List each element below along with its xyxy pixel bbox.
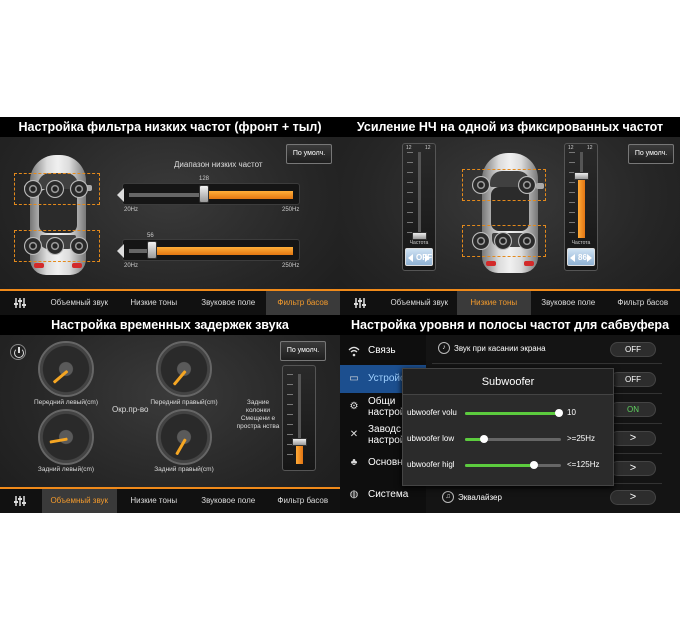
speaker-icon — [518, 232, 536, 250]
tab-surround[interactable]: Объемный звук — [42, 489, 117, 513]
default-button[interactable]: По умолч. — [628, 144, 674, 164]
range-label: Диапазон низких частот — [174, 160, 263, 169]
equalizer-icon[interactable] — [0, 291, 42, 315]
front-min: 20Hz — [124, 207, 139, 213]
space-offset-panel — [282, 365, 316, 471]
row4-chevron[interactable]: > — [610, 431, 656, 446]
power-icon[interactable] — [10, 344, 26, 360]
touch-sound-icon: ♪ — [438, 342, 450, 354]
tab-sound-field[interactable]: Звуковое поле — [191, 489, 266, 513]
speaker-icon — [46, 180, 64, 198]
front-lowpass-slider[interactable] — [117, 183, 300, 205]
tab-bass[interactable]: Низкие тоны — [456, 291, 531, 315]
time-delay-screen: Настройка временных задержек звука По ум… — [0, 315, 340, 513]
left-frequency-stepper[interactable]: OFF — [405, 248, 433, 266]
rear-right-delay-knob[interactable] — [156, 409, 212, 465]
front-right-delay-knob[interactable] — [156, 341, 212, 397]
subwoofer-low-row: ubwoofer low >=25Hz — [403, 429, 613, 451]
speaker-icon — [70, 180, 88, 198]
subwoofer-high-row: ubwoofer higl <=125Hz — [403, 455, 613, 477]
rear-right-label: Задний правый(cm) — [154, 466, 214, 473]
equalizer-chevron[interactable]: > — [610, 490, 656, 505]
left-bass-panel: 12 12 Частота OFF — [402, 143, 436, 271]
default-button[interactable]: По умолч. — [286, 144, 332, 164]
tab-surround[interactable]: Объемный звук — [382, 291, 457, 315]
subwoofer-high-slider[interactable] — [465, 461, 561, 469]
tab-sound-field[interactable]: Звуковое поле — [191, 291, 266, 315]
wifi-icon — [348, 345, 360, 357]
page-title: Настройка временных задержек звука — [0, 315, 340, 335]
rear-left-delay-knob[interactable] — [38, 409, 94, 465]
tab-bass-filter[interactable]: Фильтр басов — [266, 489, 341, 513]
sound-tabs: Объемный звук Низкие тоны Звуковое поле … — [0, 487, 340, 513]
row3-toggle[interactable]: ON — [610, 402, 656, 417]
speaker-icon — [472, 176, 490, 194]
tab-bass[interactable]: Низкие тоны — [117, 291, 192, 315]
sidebar-item-connection[interactable]: Связь — [340, 337, 426, 365]
subwoofer-volume-row: ubwoofer volu 10 — [403, 403, 613, 425]
dialog-title: Subwoofer — [403, 369, 613, 395]
apps-icon: ♣ — [350, 457, 358, 468]
space-offset-slider-knob[interactable] — [292, 438, 307, 446]
rear-left-label: Задний левый(cm) — [37, 466, 95, 473]
rear-speakers-offset-label: Задние колонки Смещени е простра нства — [236, 399, 280, 430]
equalizer-label: Эквалайзер — [458, 493, 502, 502]
front-max: 250Hz — [282, 207, 300, 213]
tab-sound-field[interactable]: Звуковое поле — [531, 291, 606, 315]
subwoofer-volume-value: 10 — [567, 408, 576, 417]
right-bass-panel: 12 12 Частота 86 — [564, 143, 598, 271]
device-icon: ▭ — [349, 373, 359, 384]
gear-icon: ⚙ — [349, 401, 359, 412]
subwoofer-low-value: >=25Hz — [567, 434, 596, 443]
tab-bass-filter[interactable]: Фильтр басов — [606, 291, 680, 315]
subwoofer-volume-label: ubwoofer volu — [407, 408, 457, 417]
speaker-icon — [494, 232, 512, 250]
default-button[interactable]: По умолч. — [280, 341, 326, 361]
row5-chevron[interactable]: > — [610, 461, 656, 476]
rear-min: 20Hz — [124, 263, 139, 269]
tools-icon: ✕ — [349, 429, 359, 440]
tab-bass[interactable]: Низкие тоны — [117, 489, 192, 513]
speaker-icon — [70, 237, 88, 255]
row2-toggle[interactable]: OFF — [610, 372, 656, 387]
page-title: Настройка фильтра низких частот (фронт +… — [0, 117, 340, 137]
equalizer-icon[interactable] — [0, 489, 42, 513]
touch-sound-toggle[interactable]: OFF — [610, 342, 656, 357]
center-label: Окр.пр-во — [112, 405, 149, 414]
equalizer-row-icon: ♫ — [442, 491, 454, 503]
subwoofer-high-label: ubwoofer higl — [407, 460, 455, 469]
rear-lowpass-slider[interactable] — [117, 239, 300, 261]
globe-icon: ◍ — [349, 489, 359, 500]
speaker-icon — [46, 237, 64, 255]
sound-tabs: Объемный звук Низкие тоны Звуковое поле … — [0, 289, 340, 315]
subwoofer-low-slider[interactable] — [465, 435, 561, 443]
tab-bass-filter[interactable]: Фильтр басов — [265, 291, 340, 315]
subwoofer-low-label: ubwoofer low — [407, 434, 455, 443]
page-title: Настройка уровня и полосы частот для саб… — [340, 315, 680, 335]
subwoofer-volume-slider[interactable] — [465, 409, 563, 417]
right-frequency-stepper[interactable]: 86 — [567, 248, 595, 266]
subwoofer-dialog: Subwoofer ubwoofer volu 10 ubwoofer low … — [402, 368, 614, 486]
speaker-icon — [518, 176, 536, 194]
touch-sound-label: Звук при касании экрана — [454, 344, 546, 353]
rear-max: 250Hz — [282, 263, 300, 269]
right-bass-slider-knob[interactable] — [574, 172, 589, 180]
lowpass-filter-screen: Настройка фильтра низких частот (фронт +… — [0, 117, 340, 315]
tab-surround[interactable]: Объемный звук — [42, 291, 117, 315]
equalizer-icon[interactable] — [340, 291, 382, 315]
front-left-delay-knob[interactable] — [38, 341, 94, 397]
subwoofer-high-value: <=125Hz — [567, 460, 600, 469]
speaker-icon — [24, 180, 42, 198]
front-left-label: Передний левый(cm) — [34, 399, 98, 406]
speaker-icon — [472, 232, 490, 250]
sound-tabs: Объемный звук Низкие тоны Звуковое поле … — [340, 289, 680, 315]
bass-boost-screen: Усиление НЧ на одной из фиксированных ча… — [340, 117, 680, 315]
left-bass-slider-knob[interactable] — [412, 232, 427, 240]
speaker-icon — [24, 237, 42, 255]
page-title: Усиление НЧ на одной из фиксированных ча… — [340, 117, 680, 137]
front-value: 128 — [199, 176, 210, 182]
front-right-label: Передний правый(cm) — [150, 399, 218, 406]
